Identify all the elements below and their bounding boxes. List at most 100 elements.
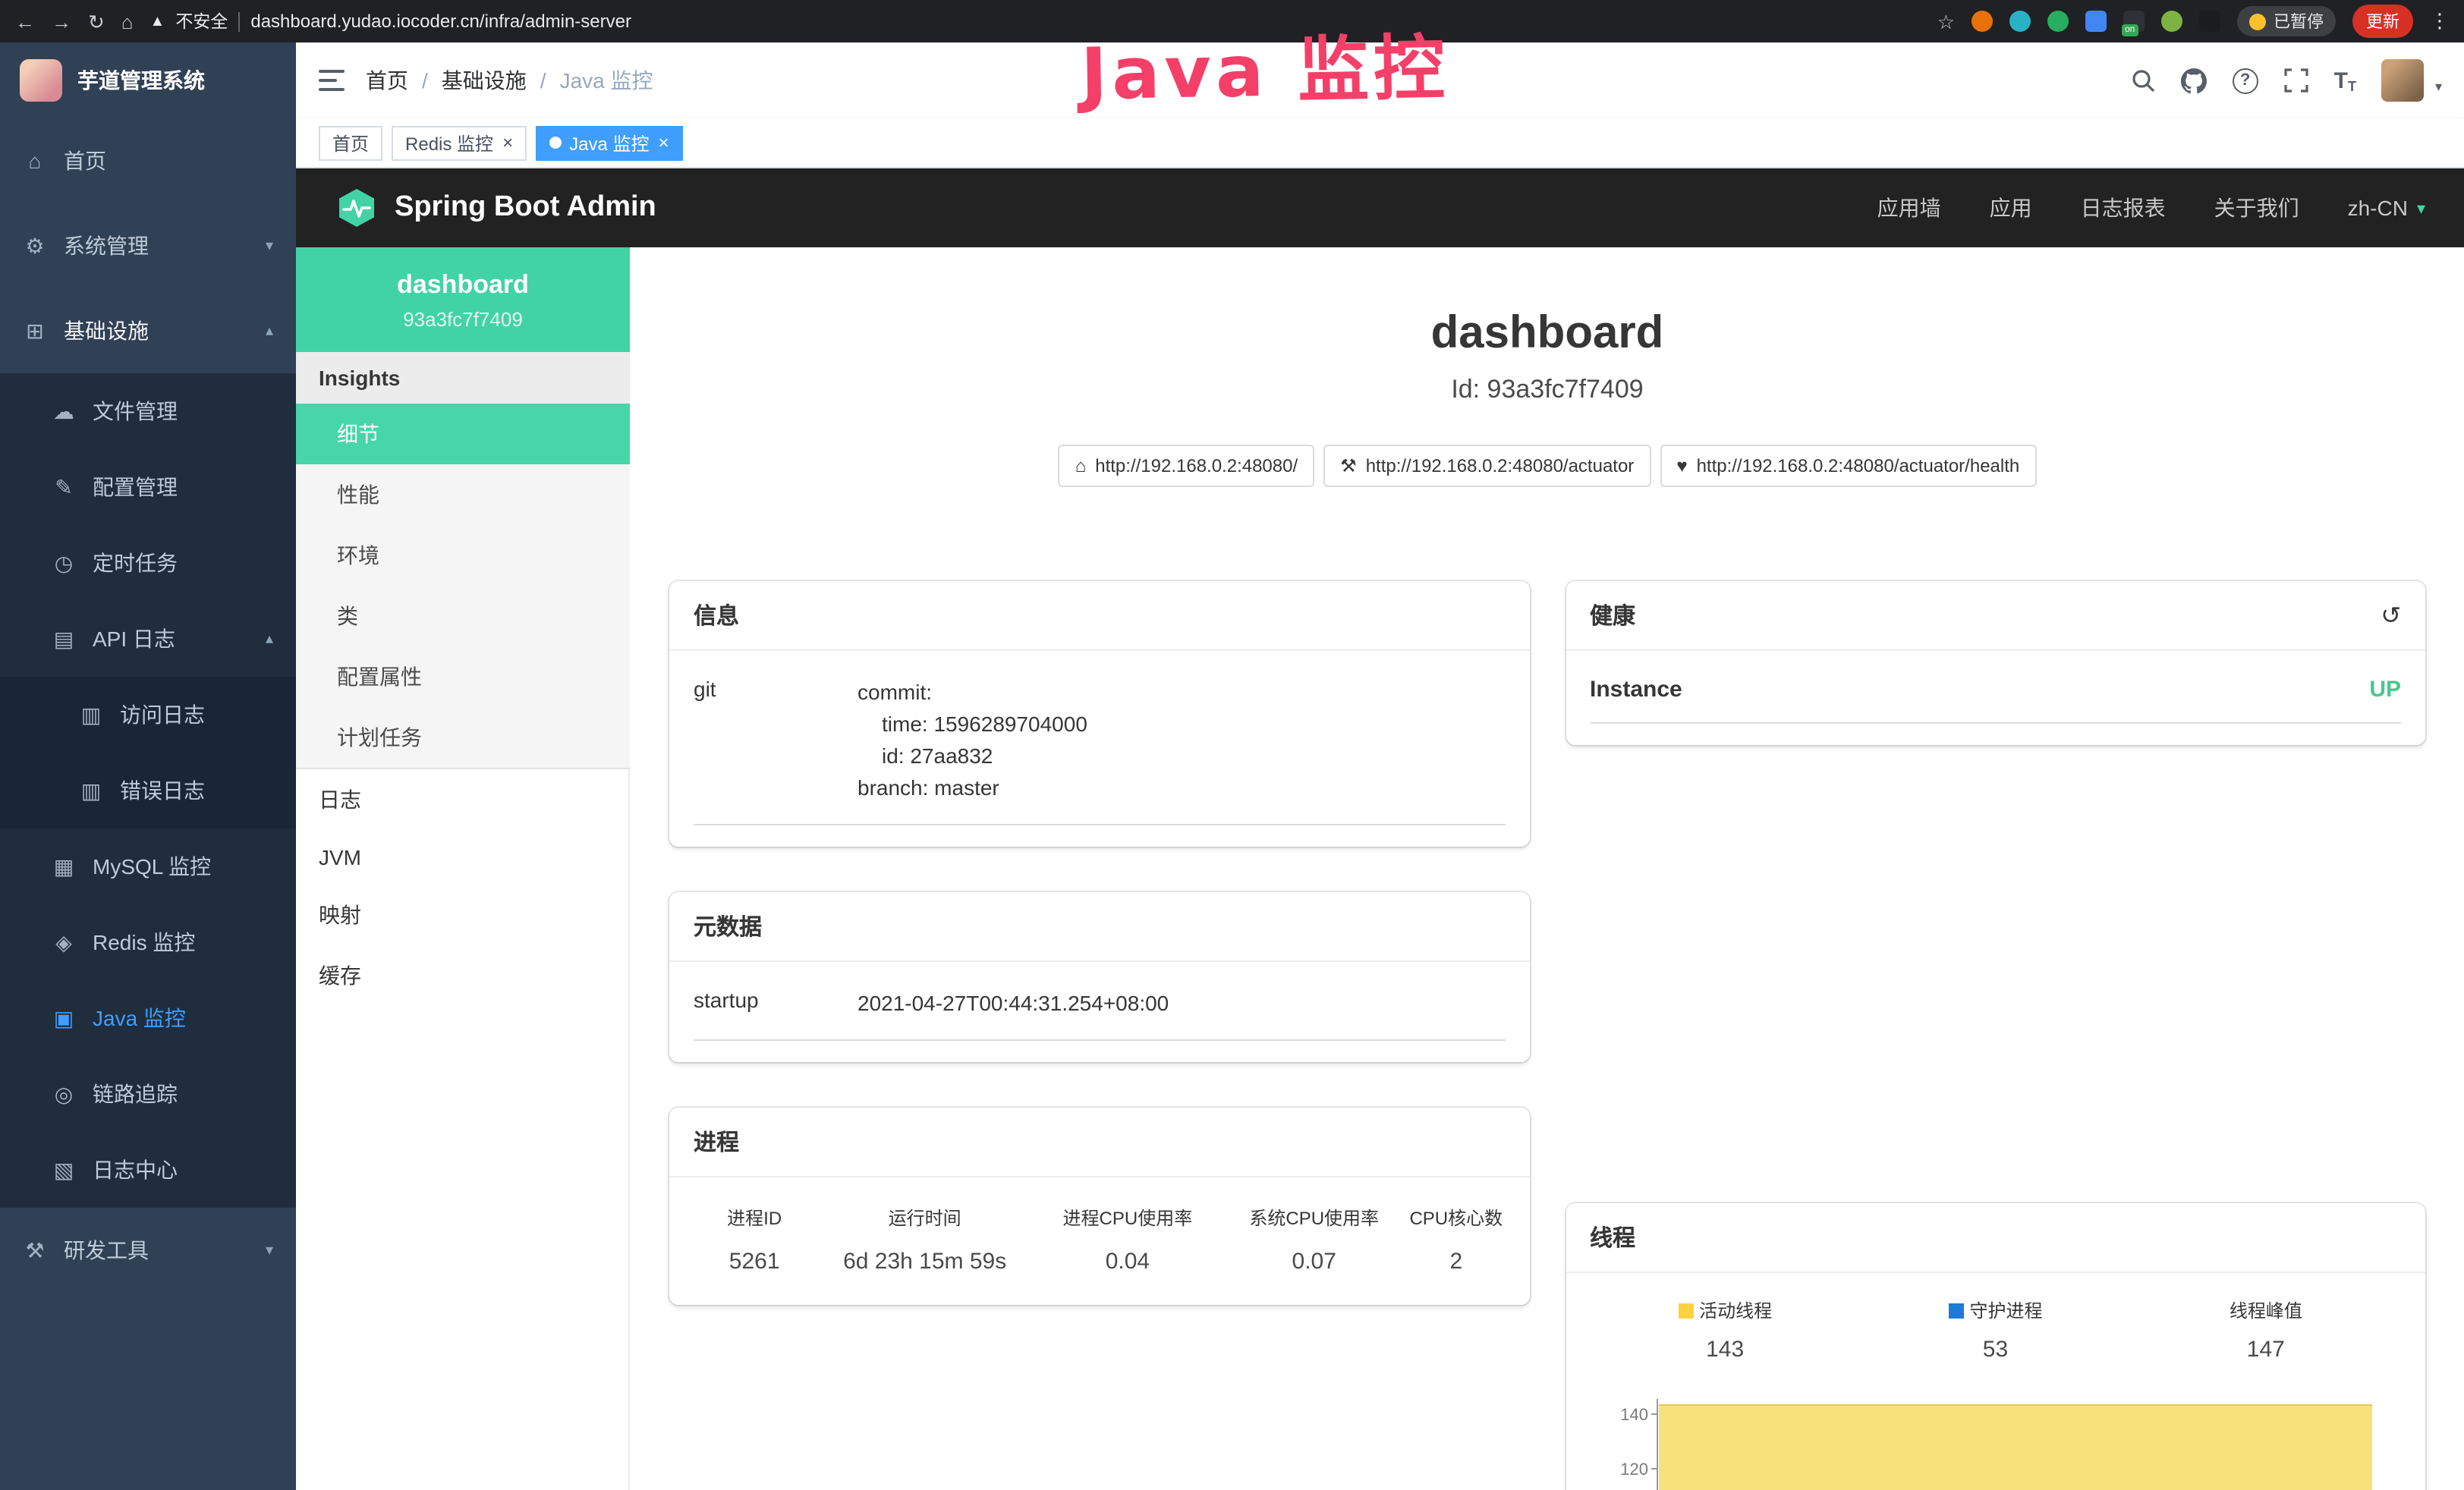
sidebar-item-tracing[interactable]: ◎ 链路追踪 (0, 1056, 296, 1132)
sba-navbar: Spring Boot Admin 应用墙 应用 日志报表 关于我们 zh-CN… (296, 168, 2464, 247)
sba-menu-caches[interactable]: 缓存 (296, 945, 630, 1006)
git-commit-line: commit: (858, 677, 1505, 709)
history-icon[interactable]: ↺ (2381, 600, 2401, 630)
extension-icon-2[interactable] (2009, 11, 2031, 32)
sidebar-item-system[interactable]: ⚙ 系统管理 ▾ (0, 203, 296, 288)
instance-url-link[interactable]: ⌂ http://192.168.0.2:48080/ (1059, 445, 1314, 487)
user-menu-caret-icon[interactable]: ▾ (2435, 79, 2442, 96)
sidebar-item-file-management[interactable]: ☁ 文件管理 (0, 373, 296, 449)
sidebar-item-access-logs[interactable]: ▥ 访问日志 (0, 677, 296, 753)
browser-home-icon[interactable]: ⌂ (121, 11, 134, 31)
chevron-up-icon: ▴ (266, 322, 273, 339)
health-url-link[interactable]: ♥ http://192.168.0.2:48080/actuator/heal… (1660, 445, 2036, 487)
y-tick: 140 (1619, 1405, 1647, 1424)
instance-name: dashboard (311, 270, 615, 300)
col-header: CPU核心数 (1408, 1205, 1505, 1231)
extension-icon-3[interactable] (2047, 11, 2069, 32)
reload-icon[interactable]: ↻ (88, 11, 105, 31)
sba-nav-journal[interactable]: 日志报表 (2081, 193, 2166, 223)
sba-menu-config-props[interactable]: 配置属性 (296, 646, 630, 707)
bookmark-star-icon[interactable]: ☆ (1937, 11, 1955, 31)
hamburger-icon[interactable] (319, 70, 345, 91)
sba-menu-scheduled-tasks[interactable]: 计划任务 (296, 707, 630, 768)
api-logs-submenu: ▥ 访问日志 ▥ 错误日志 (0, 677, 296, 828)
search-icon[interactable] (2131, 68, 2155, 93)
sidebar-item-java-monitor[interactable]: ▣ Java 监控 (0, 980, 296, 1056)
breadcrumb: 首页 基础设施 Java 监控 (366, 65, 653, 96)
browser-menu-icon[interactable]: ⋮ (2430, 9, 2450, 33)
legend-label: 活动线程 (1699, 1297, 1772, 1323)
sba-menu-performance[interactable]: 性能 (296, 464, 630, 525)
breadcrumb-infrastructure[interactable]: 基础设施 (408, 65, 527, 96)
card-title: 进程 (694, 1126, 739, 1158)
process-uptime: 6d 23h 15m 59s (815, 1249, 1034, 1275)
tab-redis-monitor[interactable]: Redis 监控 × (392, 125, 527, 160)
row-label: git (694, 677, 858, 804)
close-icon[interactable]: × (658, 134, 669, 152)
redis-icon: ◈ (52, 929, 76, 955)
sba-menu-mappings[interactable]: 映射 (296, 885, 630, 945)
actuator-url-link[interactable]: ⚒ http://192.168.0.2:48080/actuator (1323, 445, 1651, 487)
sidebar-item-mysql-monitor[interactable]: ▦ MySQL 监控 (0, 828, 296, 904)
legend-value: 53 (1860, 1337, 2130, 1363)
table-row: Instance UP (1590, 657, 2401, 724)
process-cpu: 0.04 (1034, 1249, 1221, 1275)
extension-icon-1[interactable] (1972, 11, 1993, 32)
sba-brand-title[interactable]: Spring Boot Admin (395, 191, 656, 225)
paused-badge[interactable]: 已暂停 (2237, 6, 2336, 36)
sba-menu-jvm[interactable]: JVM (296, 830, 630, 885)
chevron-up-icon: ▴ (266, 630, 273, 647)
extension-icon-6[interactable] (2161, 11, 2182, 32)
gear-icon: ⚙ (23, 233, 47, 259)
sba-instance-header[interactable]: dashboard 93a3fc7f7409 (296, 247, 630, 352)
tab-java-monitor[interactable]: Java 监控 × (536, 125, 682, 160)
font-size-icon[interactable]: TT (2334, 68, 2356, 93)
legend-daemon: 守护进程 53 (1860, 1297, 2130, 1363)
sidebar-item-redis-monitor[interactable]: ◈ Redis 监控 (0, 904, 296, 980)
close-icon[interactable]: × (502, 134, 513, 152)
sidebar-item-scheduled-jobs[interactable]: ◷ 定时任务 (0, 525, 296, 601)
address-bar[interactable]: ▲ 不安全 dashboard.yudao.iocoder.cn/infra/a… (150, 9, 1921, 33)
clock-icon: ◷ (52, 550, 76, 576)
browser-update-button[interactable]: 更新 (2352, 5, 2413, 38)
sba-menu-logs[interactable]: 日志 (296, 769, 630, 830)
sba-nav-applications[interactable]: 应用 (1990, 193, 2032, 223)
label: MySQL 监控 (93, 851, 211, 882)
sba-menu-environment[interactable]: 环境 (296, 525, 630, 586)
sba-menu-details[interactable]: 细节 (296, 404, 630, 464)
help-icon[interactable]: ? (2233, 68, 2258, 93)
sidebar-item-config-management[interactable]: ✎ 配置管理 (0, 449, 296, 525)
extension-icon-5[interactable]: on (2123, 11, 2145, 32)
tab-label: 首页 (332, 130, 369, 156)
card-title: 线程 (1590, 1221, 1635, 1253)
sidebar-item-api-logs[interactable]: ▤ API 日志 ▴ (0, 601, 296, 677)
label: 错误日志 (120, 775, 205, 806)
sba-locale-select[interactable]: zh-CN ▾ (2348, 196, 2425, 220)
tab-home[interactable]: 首页 (319, 125, 382, 160)
extension-icon-4[interactable] (2085, 11, 2107, 32)
locale-value: zh-CN (2348, 196, 2408, 220)
sba-nav-wall[interactable]: 应用墙 (1877, 193, 1941, 223)
link-url: http://192.168.0.2:48080/ (1095, 455, 1298, 476)
sba-menu-classes[interactable]: 类 (296, 586, 630, 646)
app-logo[interactable]: 芋道管理系统 (0, 42, 296, 118)
legend-value: 143 (1590, 1337, 1860, 1363)
forward-icon[interactable]: → (52, 11, 71, 31)
breadcrumb-home[interactable]: 首页 (366, 65, 408, 96)
monitor-icon: ⊞ (23, 318, 47, 344)
sidebar-item-infrastructure[interactable]: ⊞ 基础设施 ▴ (0, 288, 296, 373)
user-avatar[interactable] (2382, 59, 2425, 102)
sidebar-item-dev-tools[interactable]: ⚒ 研发工具 ▾ (0, 1208, 296, 1293)
metadata-card: 元数据 startup 2021-04-27T00:44:31.254+08:0… (669, 892, 1529, 1062)
sidebar-item-log-center[interactable]: ▧ 日志中心 (0, 1132, 296, 1208)
threads-legend: 活动线程 143 守护进程 53 线程峰值 (1590, 1279, 2401, 1369)
fullscreen-icon[interactable] (2284, 68, 2308, 93)
sba-nav-about[interactable]: 关于我们 (2214, 193, 2299, 223)
github-icon[interactable] (2181, 68, 2207, 93)
edit-icon: ✎ (52, 474, 76, 500)
sidebar-item-home[interactable]: ⌂ 首页 (0, 118, 296, 203)
row-label: startup (694, 988, 858, 1020)
back-icon[interactable]: ← (15, 11, 35, 31)
extensions-puzzle-icon[interactable] (2199, 11, 2220, 32)
sidebar-item-error-logs[interactable]: ▥ 错误日志 (0, 753, 296, 828)
